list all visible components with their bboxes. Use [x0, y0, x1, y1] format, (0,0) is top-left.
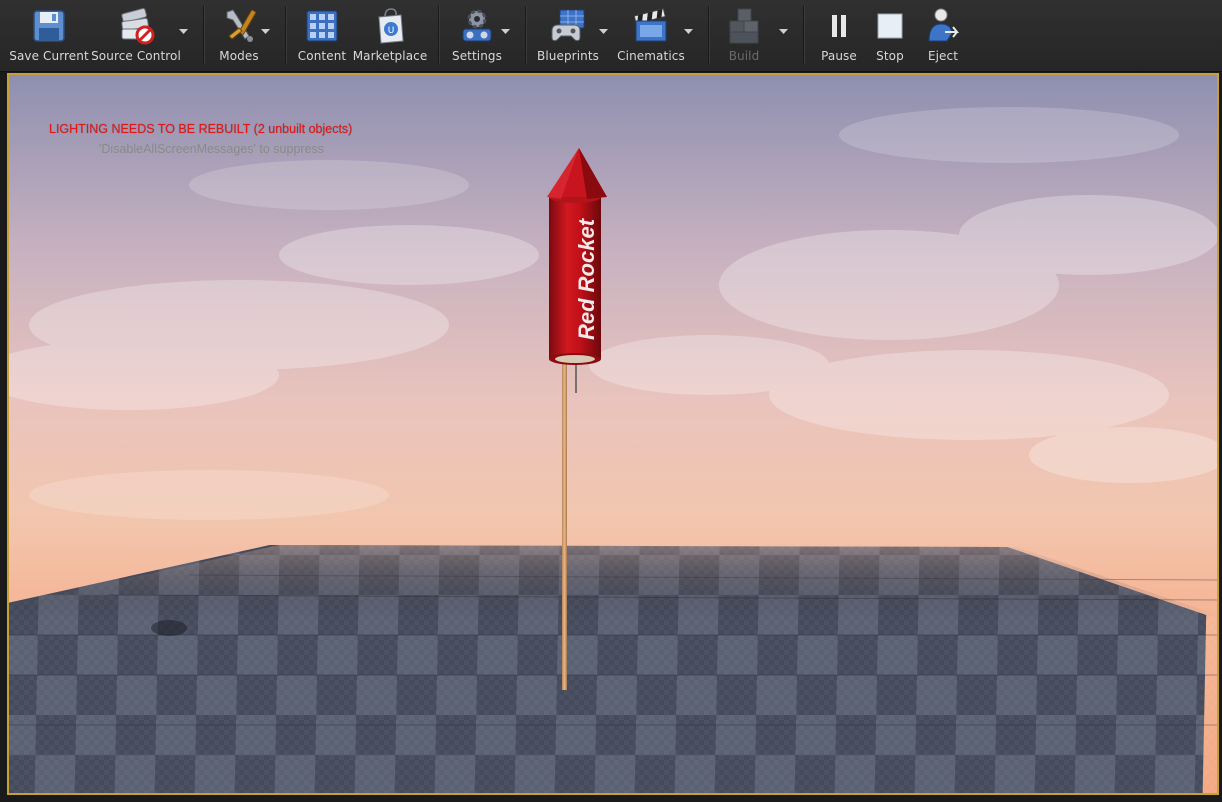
suppress-hint-text: 'DisableAllScreenMessages' to suppress [99, 142, 325, 156]
svg-text:U: U [388, 26, 395, 36]
save-icon [29, 6, 69, 46]
settings-gear-icon [457, 6, 497, 46]
marketplace-bag-icon: U [370, 6, 410, 46]
content-grid-icon [302, 6, 342, 46]
toolbar-separator [803, 6, 805, 64]
marketplace-button[interactable]: U Marketplace [353, 6, 427, 66]
eject-person-icon [923, 6, 963, 46]
toolbar-separator [203, 6, 205, 64]
cinematics-dropdown-icon[interactable] [682, 26, 694, 38]
modes-button[interactable]: Modes [212, 6, 266, 66]
toolbar-separator [285, 6, 287, 64]
cinematics-button[interactable]: Cinematics [614, 6, 688, 66]
viewport-scene: Red Rocket [9, 75, 1217, 793]
modes-dropdown-icon[interactable] [259, 26, 271, 38]
blueprints-controller-icon [548, 6, 588, 46]
cinematics-clapper-icon [631, 6, 671, 46]
modes-tools-icon [219, 6, 259, 46]
source-control-button[interactable]: Source Control [91, 6, 181, 66]
build-button[interactable]: Build [718, 6, 770, 66]
level-viewport[interactable]: Red Rocket LIGHTING NEEDS TO BE REBUILT … [7, 73, 1219, 795]
rocket-label: Red Rocket [574, 217, 599, 340]
eject-button[interactable]: Eject [918, 6, 968, 66]
blueprints-button[interactable]: Blueprints [536, 6, 600, 66]
toolbar-separator [708, 6, 710, 64]
pause-button[interactable]: Pause [814, 6, 864, 66]
settings-button[interactable]: Settings [450, 6, 504, 66]
build-blocks-icon [724, 6, 764, 46]
save-current-button[interactable]: Save Current [9, 6, 89, 66]
stop-button[interactable]: Stop [866, 6, 914, 66]
lighting-warning-text: LIGHTING NEEDS TO BE REBUILT (2 unbuilt … [49, 122, 353, 136]
stop-icon [870, 6, 910, 46]
source-control-dropdown-icon[interactable] [177, 26, 189, 38]
toolbar-separator [438, 6, 440, 64]
toolbar-separator [525, 6, 527, 64]
content-button[interactable]: Content [296, 6, 348, 66]
main-toolbar: Save Current Source Control Modes Conten… [0, 0, 1222, 72]
source-control-icon [116, 6, 156, 46]
blueprints-dropdown-icon[interactable] [597, 26, 609, 38]
build-dropdown-icon[interactable] [777, 26, 789, 38]
pause-icon [819, 6, 859, 46]
settings-dropdown-icon[interactable] [499, 26, 511, 38]
